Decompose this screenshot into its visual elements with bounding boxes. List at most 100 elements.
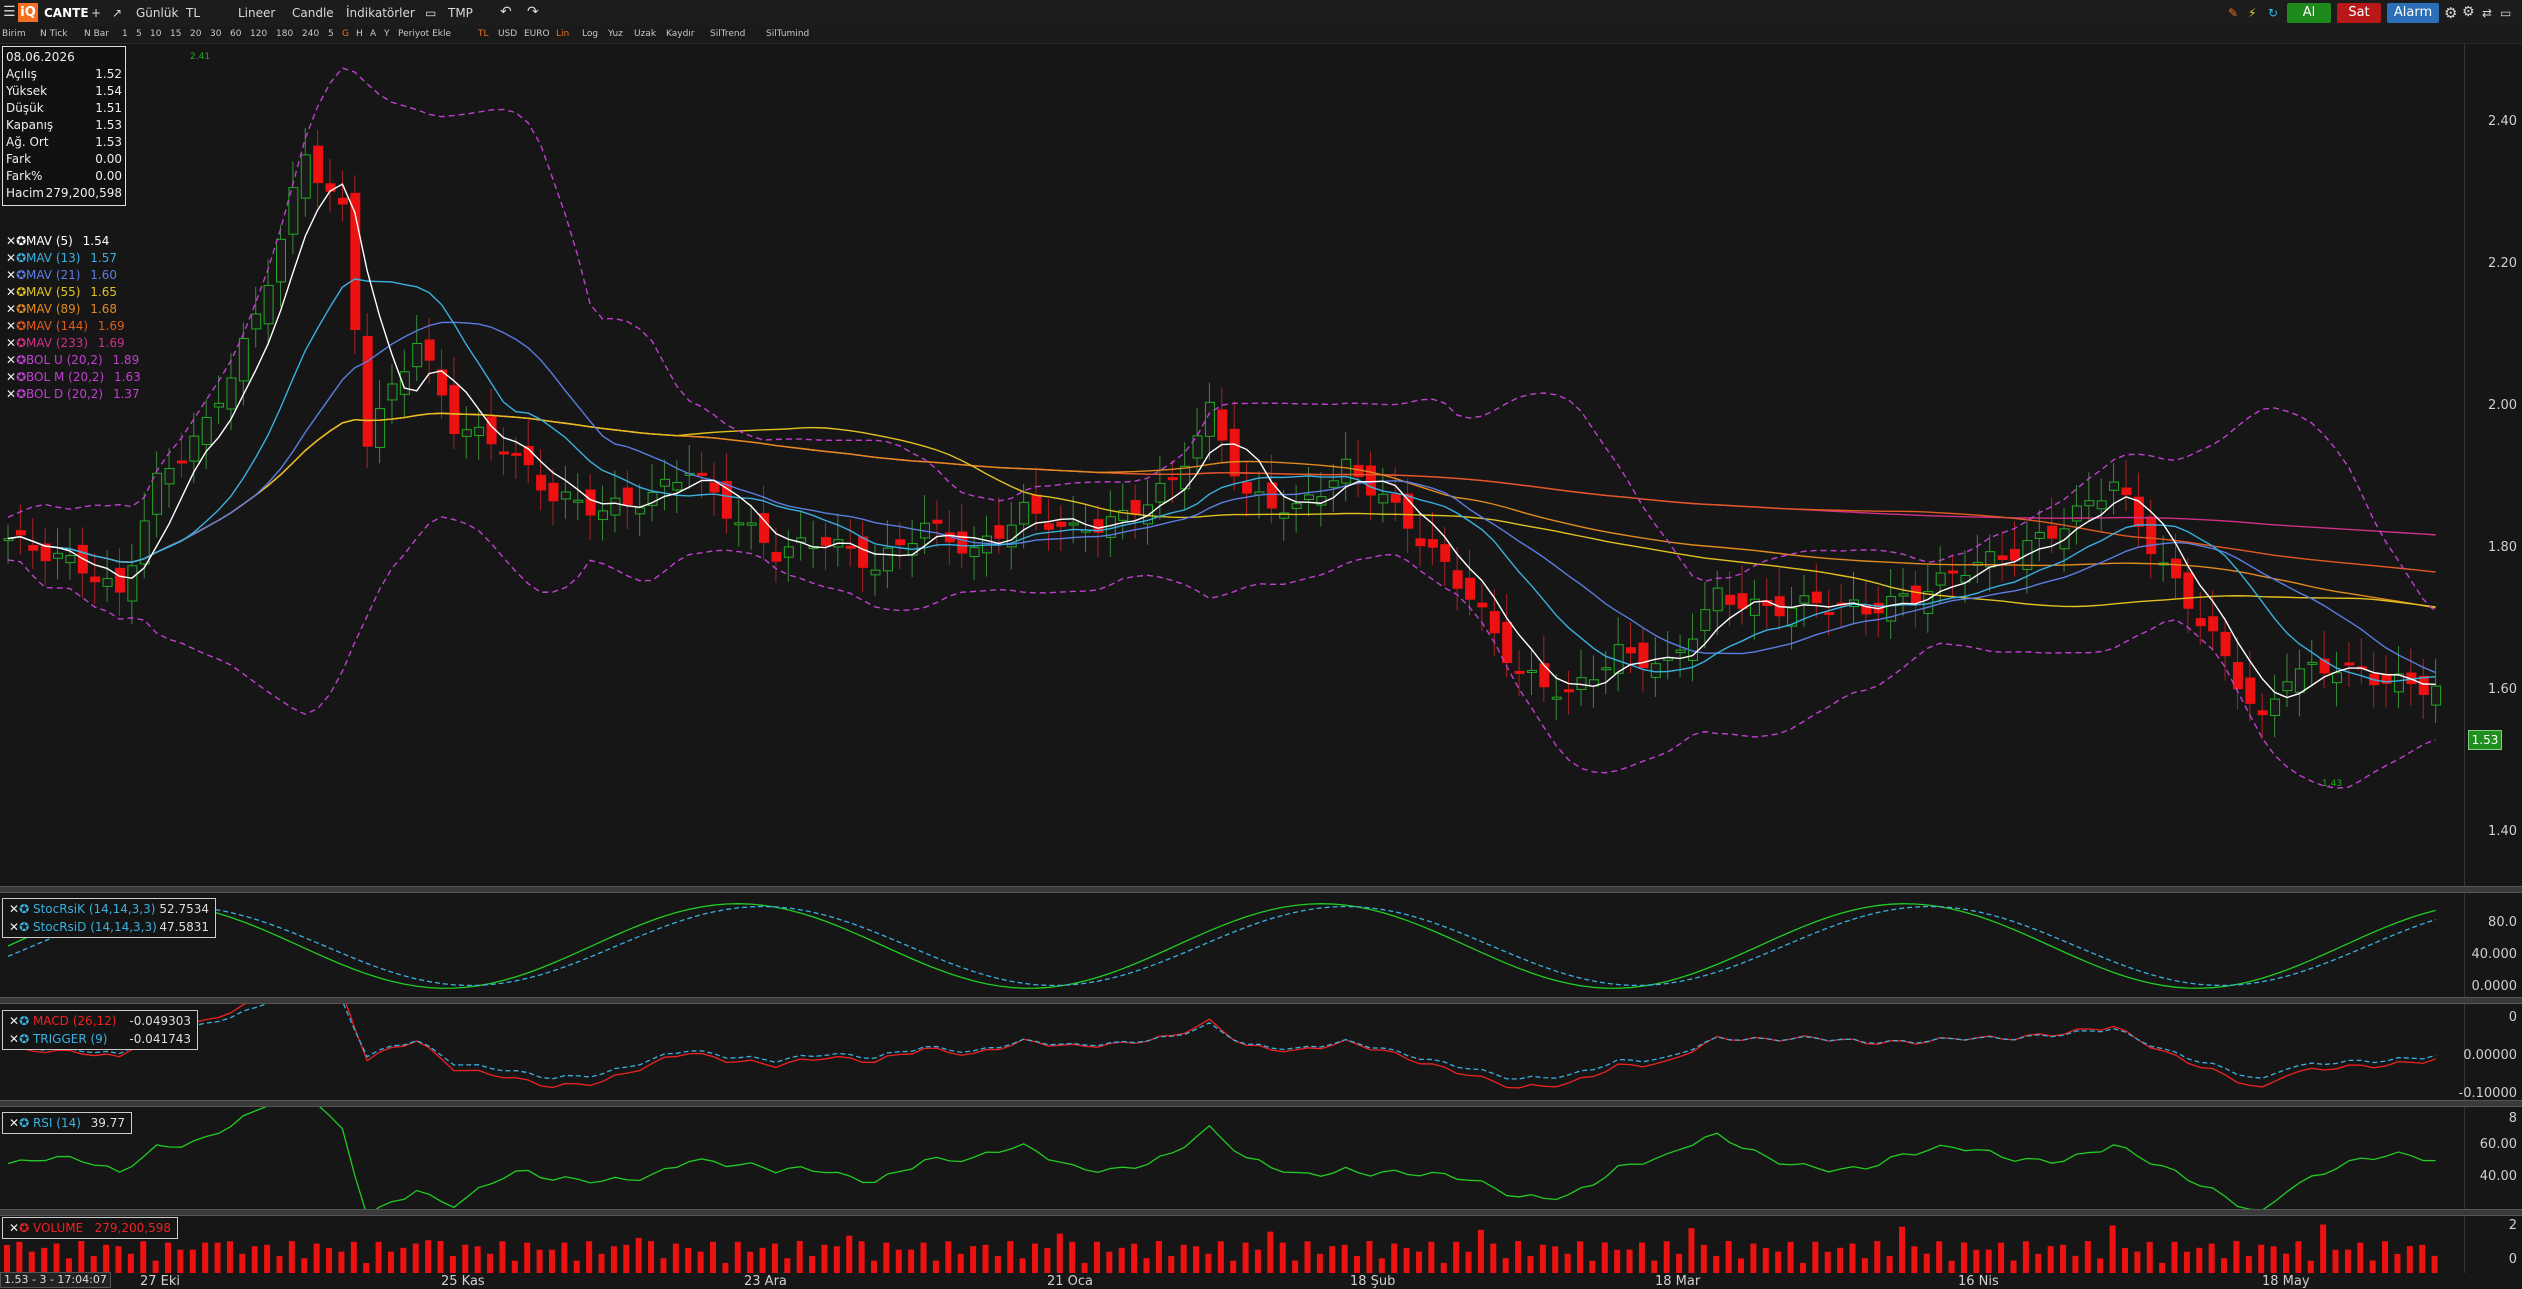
candle[interactable] (102, 578, 113, 587)
candle[interactable] (1725, 594, 1736, 605)
candle[interactable] (1167, 477, 1178, 481)
candle[interactable] (994, 525, 1005, 539)
candle[interactable] (2257, 710, 2268, 716)
indicator-legend-item[interactable]: ✕✪MAV (233) 1.69 (6, 336, 125, 350)
candle[interactable] (1378, 493, 1389, 504)
indicator-legend-item[interactable]: ✕✪MAV (21) 1.60 (6, 268, 117, 282)
candle[interactable] (53, 552, 64, 559)
candle[interactable] (585, 489, 596, 516)
candle[interactable] (1068, 522, 1079, 526)
candle[interactable] (226, 377, 237, 410)
candle[interactable] (1477, 602, 1488, 608)
candle[interactable] (870, 569, 881, 576)
bolt-icon[interactable]: ⚡ (2248, 6, 2256, 20)
candle[interactable] (1898, 593, 1909, 597)
close-icon[interactable]: ✕✪ (6, 370, 26, 384)
candle[interactable] (1811, 591, 1822, 604)
candle[interactable] (2282, 681, 2293, 692)
candle[interactable] (709, 482, 720, 493)
candle[interactable] (858, 536, 869, 568)
candle[interactable] (275, 238, 286, 283)
candle[interactable] (387, 383, 398, 401)
settings-icon[interactable]: ⚙ (2462, 4, 2475, 20)
window-icon[interactable]: ▭ (2500, 6, 2511, 20)
candle[interactable] (1465, 577, 1476, 600)
candle[interactable] (1675, 649, 1686, 654)
candle[interactable] (969, 547, 980, 558)
candle[interactable] (2431, 685, 2442, 706)
candle[interactable] (2208, 616, 2219, 632)
candle[interactable] (536, 474, 547, 491)
candle[interactable] (1514, 670, 1525, 674)
candle[interactable] (1626, 647, 1637, 654)
candle[interactable] (610, 497, 621, 516)
candle[interactable] (65, 554, 76, 564)
scale-dropdown[interactable]: Lineer (238, 6, 275, 20)
close-icon[interactable]: ✕✪ (6, 336, 26, 350)
candlestick-chart[interactable]: 2.41 1.43 (0, 44, 2464, 886)
candle[interactable] (845, 545, 856, 549)
period-item[interactable]: 60 (230, 29, 241, 39)
candle[interactable] (882, 547, 893, 572)
candle[interactable] (548, 482, 559, 502)
candle[interactable] (1502, 621, 1513, 663)
candle[interactable] (337, 197, 348, 205)
candle[interactable] (957, 531, 968, 554)
candle[interactable] (598, 510, 609, 521)
candle[interactable] (127, 565, 138, 602)
panel-splitter[interactable] (0, 1100, 2522, 1107)
period-dropdown[interactable]: Günlük (136, 6, 178, 20)
macd-chart[interactable] (0, 1004, 2464, 1100)
indicator-legend-item[interactable]: ✕✪MAV (144) 1.69 (6, 319, 125, 333)
candle[interactable] (1489, 611, 1500, 634)
candle[interactable] (176, 460, 187, 464)
close-icon[interactable]: ✕✪ (6, 353, 26, 367)
candle[interactable] (1910, 585, 1921, 604)
candle[interactable] (399, 371, 410, 395)
candle[interactable] (1440, 544, 1451, 562)
period-item[interactable]: 120 (250, 29, 267, 39)
period-item[interactable]: Periyot Ekle (398, 29, 451, 39)
candle[interactable] (2047, 525, 2058, 539)
candle[interactable] (2307, 661, 2318, 665)
candle[interactable] (2344, 662, 2355, 666)
close-icon[interactable]: ✕✪ (6, 387, 26, 401)
period-item[interactable]: USD (498, 29, 517, 39)
candle[interactable] (2109, 481, 2120, 491)
buy-button[interactable]: Al (2287, 3, 2331, 23)
candle[interactable] (1328, 480, 1339, 488)
candle[interactable] (672, 482, 683, 491)
candle[interactable] (1043, 523, 1054, 530)
candle[interactable] (1601, 667, 1612, 671)
candle[interactable] (1799, 595, 1810, 604)
folder-icon[interactable]: ▭ (425, 6, 436, 20)
candle[interactable] (2183, 572, 2194, 609)
close-icon[interactable]: ✕✪ (6, 251, 26, 265)
candle[interactable] (1427, 539, 1438, 548)
indicator-legend-item[interactable]: ✕✪BOL M (20,2) 1.63 (6, 370, 141, 384)
candle[interactable] (932, 519, 943, 524)
candle[interactable] (2245, 677, 2256, 704)
close-icon[interactable]: ✕✪ (6, 319, 26, 333)
candle[interactable] (560, 491, 571, 500)
candle[interactable] (362, 336, 373, 447)
candle[interactable] (573, 499, 584, 503)
candle[interactable] (1304, 494, 1315, 501)
period-item[interactable]: EURO (524, 29, 550, 39)
link-icon[interactable]: ⇄ (2482, 6, 2492, 20)
candle[interactable] (697, 472, 708, 476)
candle[interactable] (189, 435, 200, 462)
candle[interactable] (2332, 672, 2343, 684)
close-icon[interactable]: ✕✪ (6, 234, 26, 248)
symbol-label[interactable]: CANTE (44, 6, 89, 20)
period-item[interactable]: Uzak (634, 29, 656, 39)
period-item[interactable]: Birim (2, 29, 26, 39)
candle[interactable] (238, 338, 249, 382)
candle[interactable] (2195, 618, 2206, 627)
panel-splitter[interactable] (0, 886, 2522, 893)
candle[interactable] (1712, 587, 1723, 612)
period-item[interactable]: N Tick (40, 29, 67, 39)
candle[interactable] (1415, 538, 1426, 547)
candle[interactable] (1638, 642, 1649, 669)
candle[interactable] (1031, 494, 1042, 514)
